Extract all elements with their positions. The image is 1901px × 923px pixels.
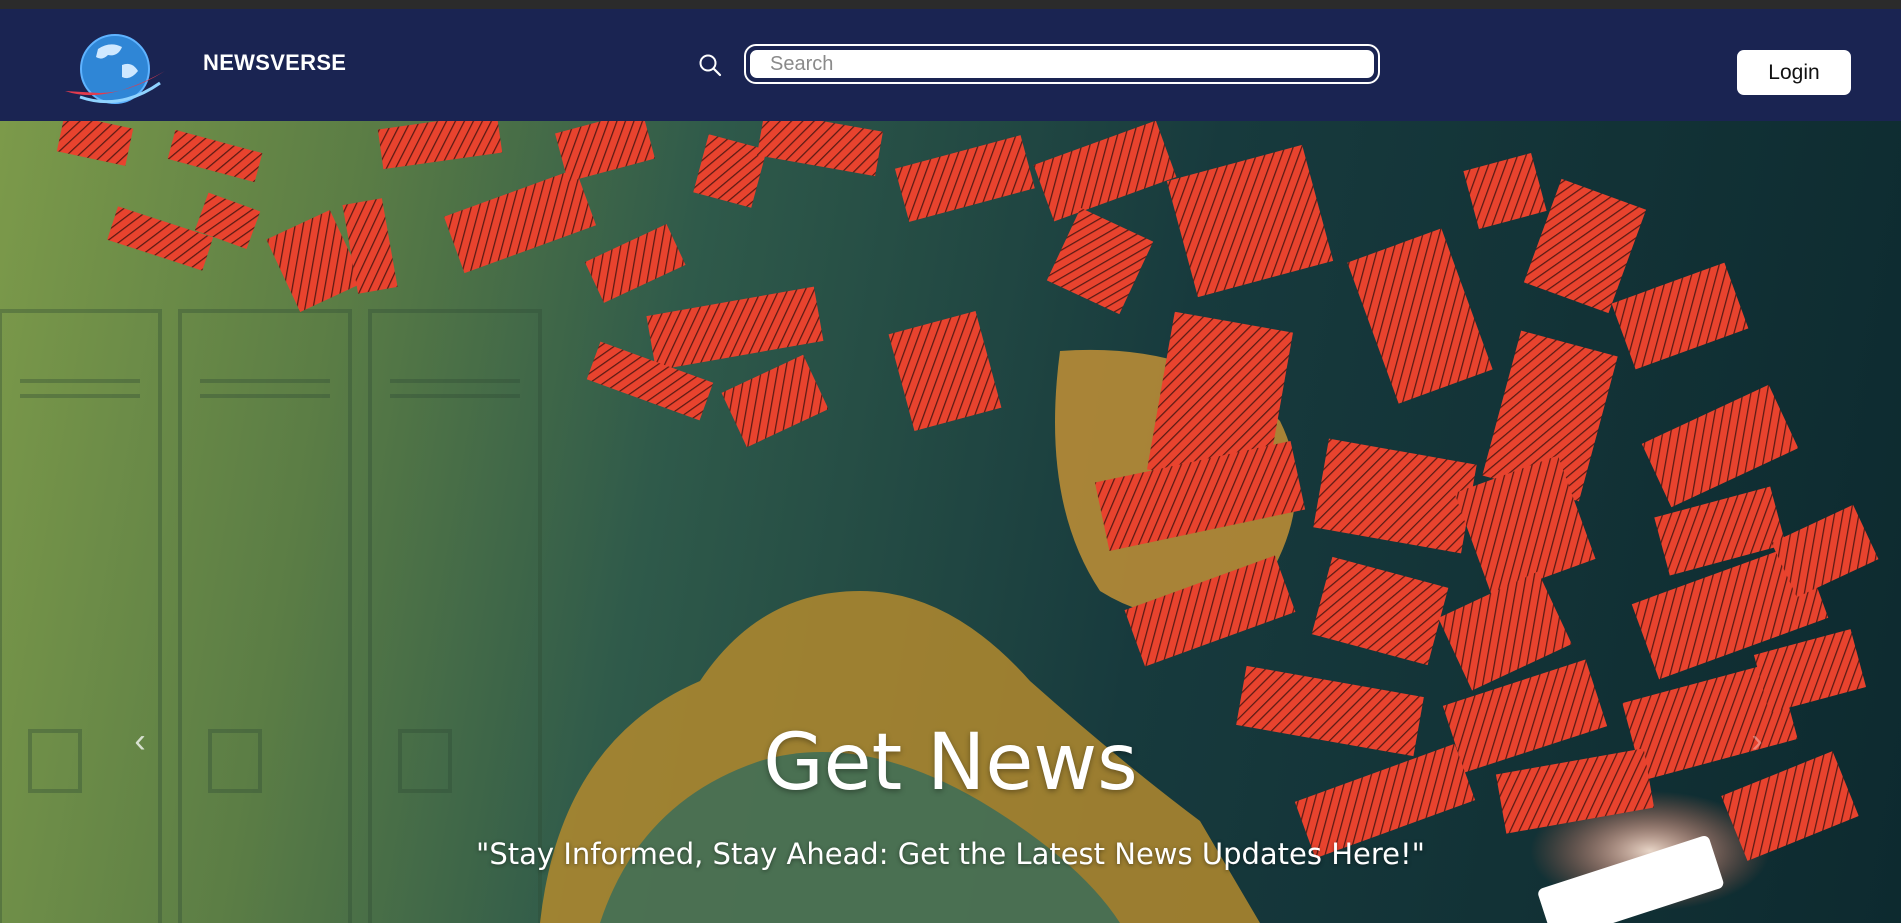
navbar: NEWSVERSE Login [0, 9, 1901, 121]
brand-name[interactable]: NEWSVERSE [203, 50, 346, 76]
hero-carousel: ‹ › Get News "Stay Informed, Stay Ahead:… [0, 121, 1901, 923]
globe-logo-icon[interactable] [60, 27, 170, 113]
search-box [744, 44, 1380, 84]
search-icon[interactable] [697, 52, 723, 78]
hero-subtitle: "Stay Informed, Stay Ahead: Get the Late… [476, 837, 1425, 871]
search-input[interactable] [748, 48, 1376, 80]
top-strip [0, 0, 1901, 9]
login-button[interactable]: Login [1737, 50, 1851, 95]
hero-title: Get News [763, 718, 1138, 808]
